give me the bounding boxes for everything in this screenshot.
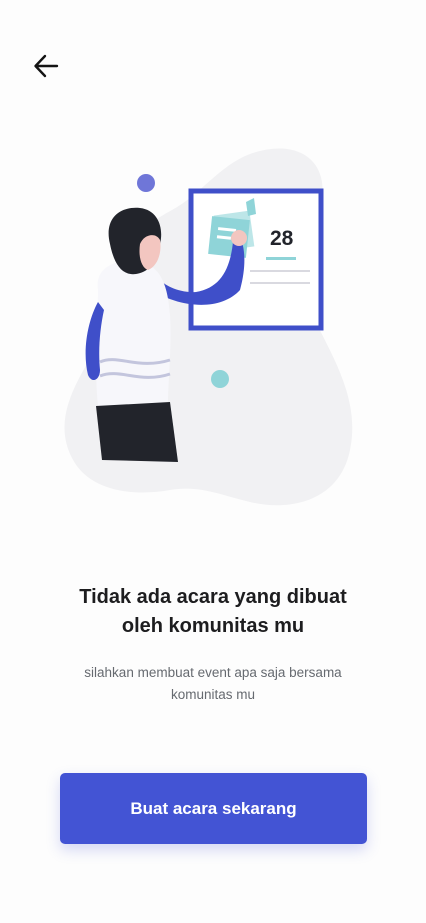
create-event-button-label: Buat acara sekarang xyxy=(130,798,297,818)
empty-events-illustration: 28 xyxy=(60,140,370,530)
empty-state-subtitle: silahkan membuat event apa saja bersama … xyxy=(40,662,386,706)
board-number: 28 xyxy=(270,227,294,250)
empty-state-subtitle-line1: silahkan membuat event apa saja bersama xyxy=(84,665,342,680)
empty-state-title-line2: oleh komunitas mu xyxy=(121,615,305,637)
decor-dot-teal xyxy=(211,370,229,388)
arrow-left-icon xyxy=(33,53,59,84)
create-event-button[interactable]: Buat acara sekarang xyxy=(60,773,367,844)
empty-state-title-line1: Tidak ada acara yang dibuat xyxy=(79,586,347,608)
back-button[interactable] xyxy=(26,48,66,88)
decor-dot-blue xyxy=(137,174,155,192)
empty-state-subtitle-line2: komunitas mu xyxy=(170,687,256,702)
empty-state-title: Tidak ada acara yang dibuat oleh komunit… xyxy=(30,583,396,641)
board-frame xyxy=(188,188,324,331)
